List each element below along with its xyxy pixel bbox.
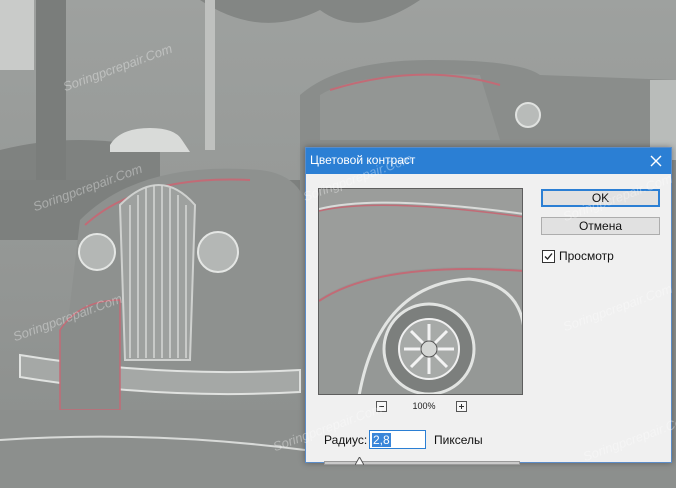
slider-thumb[interactable]	[354, 457, 364, 465]
checkmark-icon	[544, 253, 553, 260]
preview-image	[319, 189, 522, 394]
zoom-in-button[interactable]	[456, 401, 467, 412]
preview-checkbox-label[interactable]: Просмотр	[559, 249, 614, 263]
preview-checkbox[interactable]	[542, 250, 555, 263]
preview-area[interactable]	[318, 188, 523, 395]
zoom-value: 100%	[412, 401, 436, 411]
ok-button[interactable]: OK	[541, 189, 660, 207]
dialog-titlebar[interactable]: Цветовой контраст	[306, 148, 671, 174]
radius-input[interactable]: 2,8	[369, 430, 426, 449]
close-icon	[650, 155, 662, 167]
color-contrast-dialog: Цветовой контраст 100% OK Отмена Просмот…	[305, 147, 672, 465]
radius-label: Радиус:	[324, 433, 368, 447]
close-button[interactable]	[641, 148, 671, 174]
dialog-title: Цветовой контраст	[310, 153, 416, 167]
zoom-controls: 100%	[376, 400, 476, 414]
radius-slider[interactable]	[324, 461, 520, 465]
radius-unit: Пикселы	[434, 433, 483, 447]
radius-value: 2,8	[372, 433, 391, 447]
zoom-out-button[interactable]	[376, 401, 387, 412]
cancel-button[interactable]: Отмена	[541, 217, 660, 235]
